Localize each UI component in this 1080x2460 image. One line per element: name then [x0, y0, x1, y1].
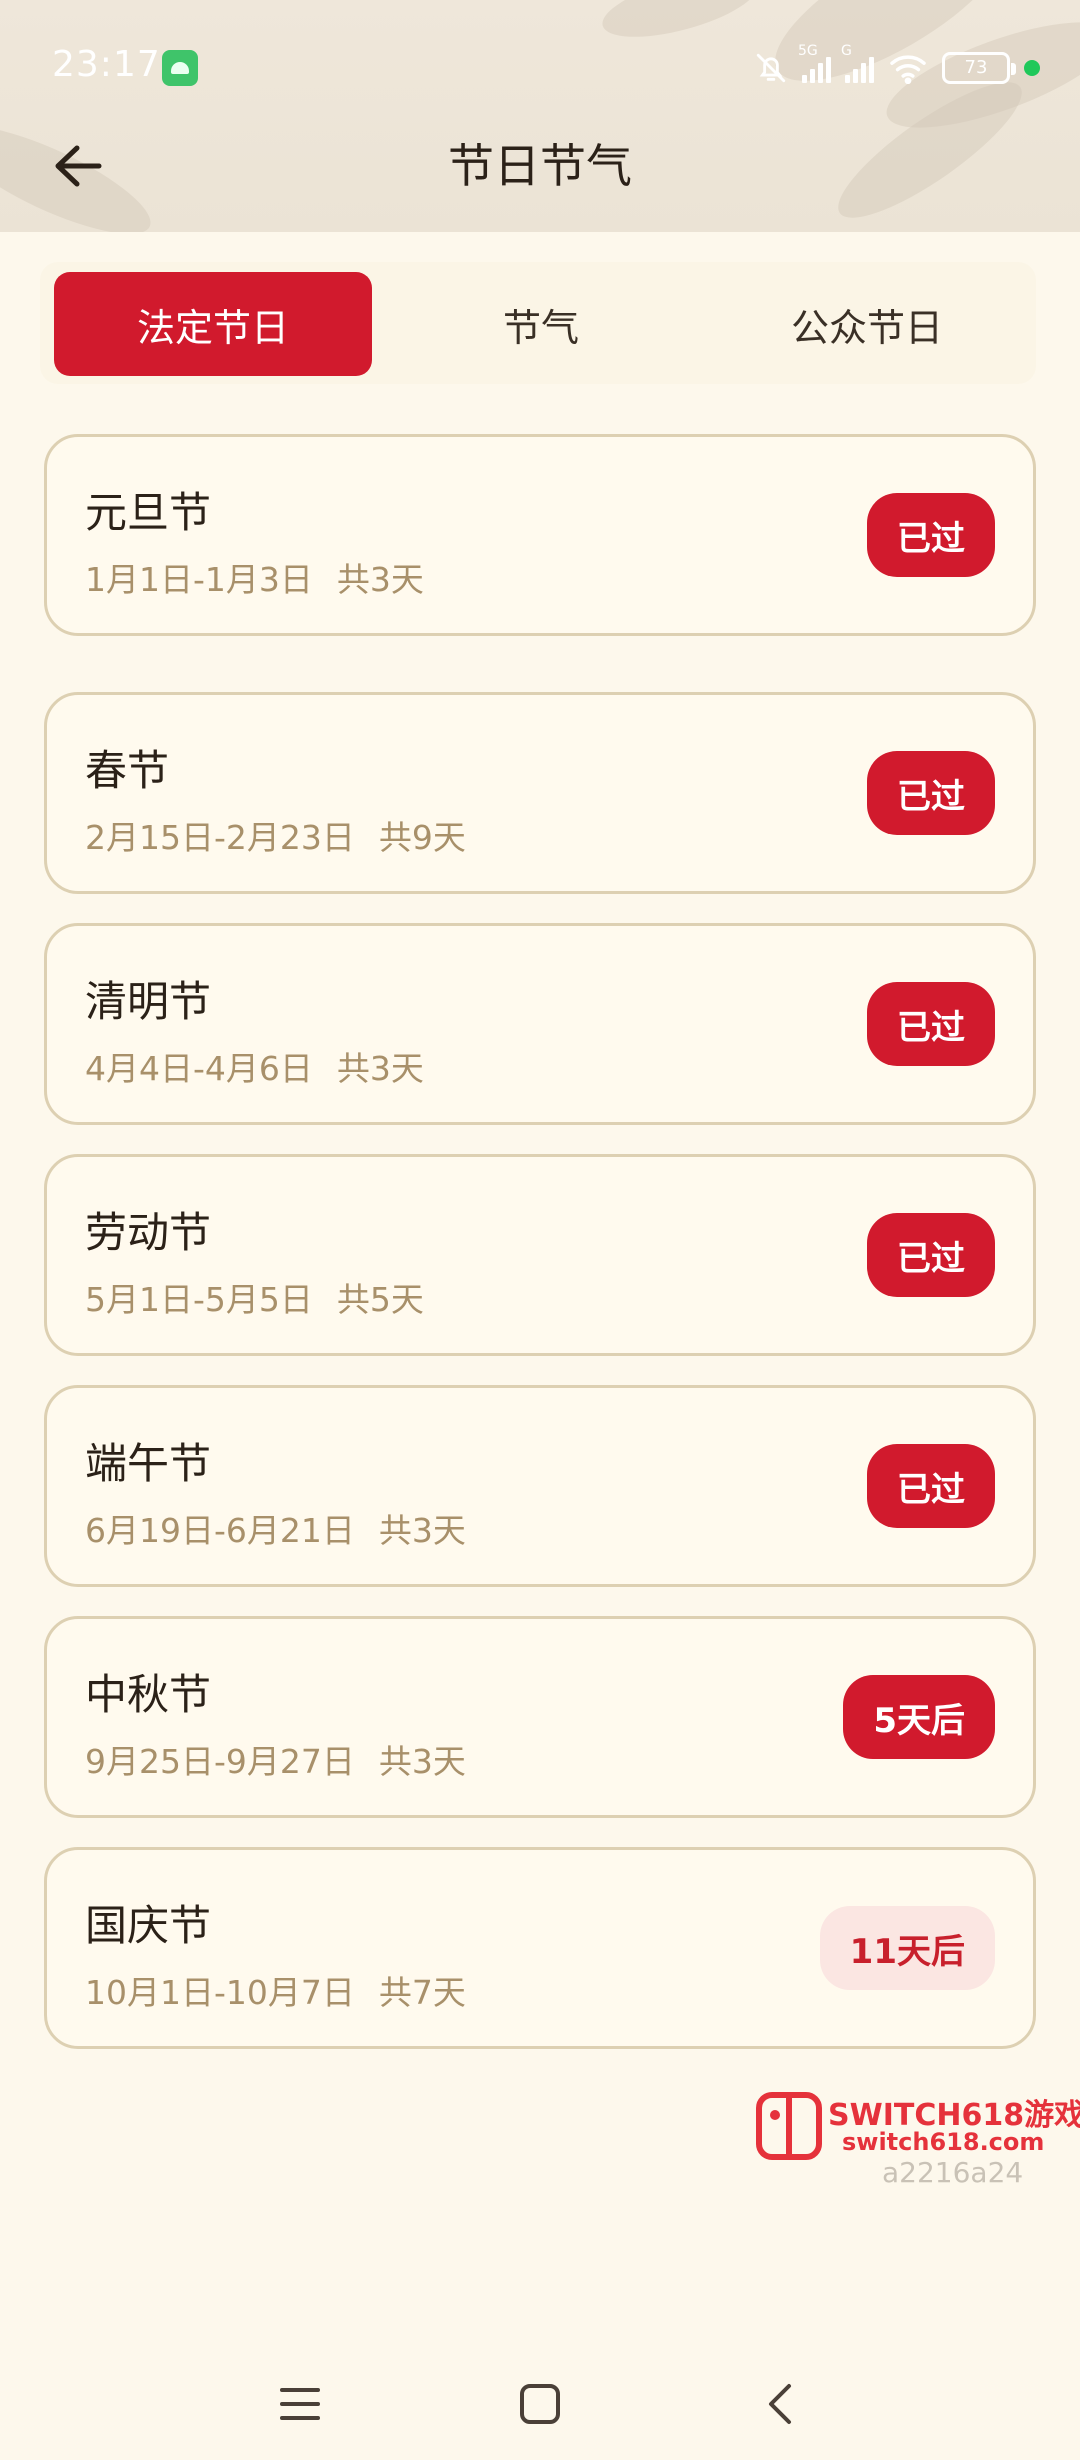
signal-5g-icon: 5G — [798, 43, 831, 83]
app-screen: 23:17 5G G 73 节日节气 法定节日 节气 公众节日 元旦节 1月1日… — [0, 0, 1080, 2460]
tab-bar-section: 法定节日 节气 公众节日 — [0, 232, 1080, 412]
status-bar: 23:17 5G G 73 — [0, 0, 1080, 136]
watermark-url: switch618.com — [842, 2128, 1045, 2156]
status-badge: 已过 — [867, 1213, 995, 1297]
chevron-left-icon — [769, 2384, 791, 2424]
status-icons: 5G G 73 — [754, 43, 1040, 92]
battery-icon: 73 — [942, 52, 1016, 84]
status-badge: 11天后 — [819, 1906, 995, 1990]
square-icon — [520, 2384, 560, 2424]
system-nav-bar — [0, 2340, 1080, 2460]
nav-recents-button[interactable] — [260, 2364, 340, 2444]
holiday-name: 端午节 — [85, 1439, 212, 1488]
holiday-dates: 9月25日-9月27日 — [85, 1742, 355, 1781]
tab-solar-terms[interactable]: 节气 — [382, 272, 700, 376]
holiday-name: 国庆节 — [85, 1901, 212, 1950]
holiday-total-days: 共3天 — [378, 1742, 466, 1781]
holiday-dates-row: 9月25日-9月27日 共3天 — [85, 1735, 466, 1783]
nav-home-button[interactable] — [500, 2364, 580, 2444]
holiday-name: 清明节 — [85, 977, 212, 1026]
android-app-icon — [162, 50, 198, 86]
holiday-total-days: 共9天 — [378, 818, 466, 857]
holiday-dates-row: 5月1日-5月5日 共5天 — [85, 1273, 424, 1321]
tab-legal-holidays[interactable]: 法定节日 — [54, 272, 372, 376]
holiday-total-days: 共3天 — [336, 560, 424, 599]
holiday-card[interactable]: 端午节 6月19日-6月21日 共3天 已过 — [44, 1385, 1036, 1587]
wifi-icon — [890, 55, 926, 84]
holiday-card[interactable]: 春节 2月15日-2月23日 共9天 已过 — [44, 692, 1036, 894]
status-badge: 5天后 — [843, 1675, 995, 1759]
holiday-dates-row: 4月4日-4月6日 共3天 — [85, 1042, 424, 1090]
holiday-dates-row: 2月15日-2月23日 共9天 — [85, 811, 466, 859]
holiday-name: 元旦节 — [85, 488, 212, 537]
bell-off-icon — [756, 53, 786, 83]
holiday-dates: 5月1日-5月5日 — [85, 1280, 313, 1319]
holiday-total-days: 共3天 — [336, 1049, 424, 1088]
holiday-dates: 10月1日-10月7日 — [85, 1973, 355, 2012]
holiday-total-days: 共3天 — [378, 1511, 466, 1550]
nav-back-button[interactable] — [740, 2364, 820, 2444]
holiday-dates: 6月19日-6月21日 — [85, 1511, 355, 1550]
holiday-name: 中秋节 — [85, 1670, 212, 1719]
status-badge: 已过 — [867, 982, 995, 1066]
holiday-name: 劳动节 — [85, 1208, 212, 1257]
holiday-card[interactable]: 劳动节 5月1日-5月5日 共5天 已过 — [44, 1154, 1036, 1356]
status-time: 23:17 — [52, 44, 161, 85]
tab-public-holidays[interactable]: 公众节日 — [708, 272, 1026, 376]
status-badge: 已过 — [867, 493, 995, 577]
holiday-card[interactable]: 国庆节 10月1日-10月7日 共7天 11天后 — [44, 1847, 1036, 2049]
holiday-name: 春节 — [85, 746, 170, 795]
page-title: 节日节气 — [448, 139, 632, 193]
header: 23:17 5G G 73 节日节气 — [0, 0, 1080, 232]
holiday-dates-row: 1月1日-1月3日 共3天 — [85, 553, 424, 601]
network-g-label: G — [841, 43, 852, 59]
holiday-dates: 2月15日-2月23日 — [85, 818, 355, 857]
watermark: SWITCH618游戏 switch618.com a2216a24 — [756, 2090, 1080, 2190]
holiday-total-days: 共5天 — [336, 1280, 424, 1319]
menu-icon — [280, 2388, 320, 2420]
watermark-code: a2216a24 — [882, 2156, 1024, 2189]
holiday-card[interactable]: 中秋节 9月25日-9月27日 共3天 5天后 — [44, 1616, 1036, 1818]
holiday-card[interactable]: 清明节 4月4日-4月6日 共3天 已过 — [44, 923, 1036, 1125]
status-badge: 已过 — [867, 751, 995, 835]
holiday-card[interactable]: 元旦节 1月1日-1月3日 共3天 已过 — [44, 434, 1036, 636]
holiday-dates-row: 6月19日-6月21日 共3天 — [85, 1504, 466, 1552]
privacy-indicator-dot — [1024, 60, 1040, 76]
switch-logo-icon — [756, 2092, 822, 2160]
holiday-dates: 1月1日-1月3日 — [85, 560, 313, 599]
holiday-dates-row: 10月1日-10月7日 共7天 — [85, 1966, 466, 2014]
holiday-dates: 4月4日-4月6日 — [85, 1049, 313, 1088]
holiday-total-days: 共7天 — [378, 1973, 466, 2012]
network-5g-label: 5G — [798, 43, 818, 59]
status-badge: 已过 — [867, 1444, 995, 1528]
signal-g-icon: G — [841, 43, 874, 83]
